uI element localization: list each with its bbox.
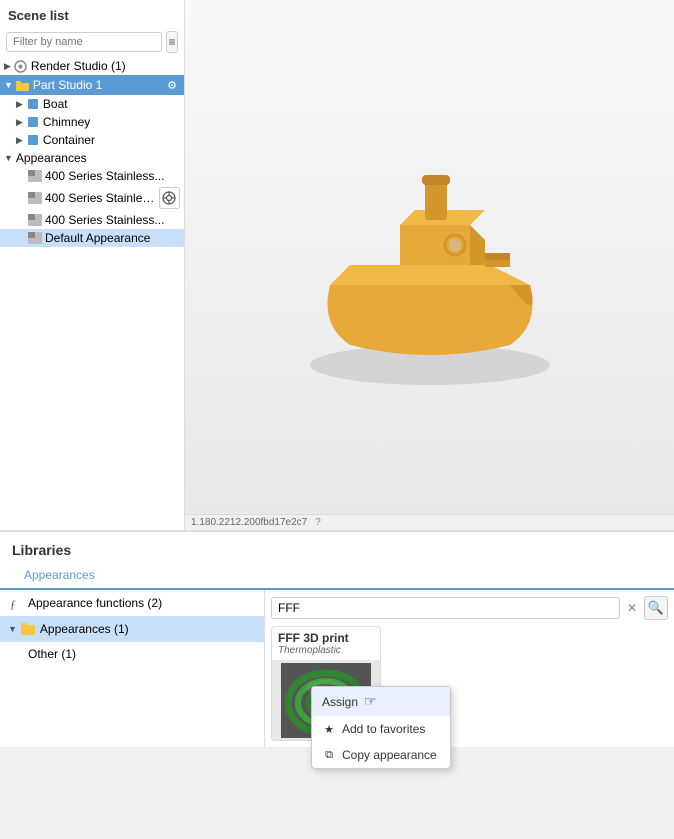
tree-item-label: 400 Series Stainless... <box>45 191 159 205</box>
filter-input[interactable] <box>6 32 162 52</box>
context-menu: Assign ☞ ★ Add to favorites ⧉ Copy appea… <box>311 686 451 769</box>
appearances-folder-icon <box>20 621 36 637</box>
star-icon: ★ <box>322 722 336 736</box>
copy-icon: ⧉ <box>322 748 336 762</box>
lib-item-functions[interactable]: ƒ Appearance functions (2) <box>0 590 264 616</box>
context-menu-assign[interactable]: Assign ☞ <box>312 687 450 716</box>
part-icon <box>26 97 40 111</box>
result-card-subtitle: Thermoplastic <box>272 645 380 660</box>
tree-item-label: Part Studio 1 <box>33 78 102 92</box>
libraries-section: Libraries Appearances ƒ Appearance funct… <box>0 530 674 747</box>
tab-appearances[interactable]: Appearances <box>12 562 107 590</box>
version-text: 1.180.2212.200fbd17e2c7 <box>191 517 307 528</box>
chevron-down-icon: ▼ <box>4 80 13 90</box>
add-favorites-label: Add to favorites <box>342 722 425 736</box>
svg-text:ƒ: ƒ <box>10 597 16 610</box>
tree-item-appearances-header[interactable]: ▼ Appearances <box>0 149 184 167</box>
search-input[interactable] <box>271 597 620 619</box>
appearance-icon <box>28 169 42 183</box>
context-menu-copy[interactable]: ⧉ Copy appearance <box>312 742 450 768</box>
appearance-icon <box>28 213 42 227</box>
result-card-title: FFF 3D print <box>272 627 380 645</box>
lib-right-panel: ✕ 🔍 FFF 3D print Thermoplastic <box>265 590 674 747</box>
chevron-right-icon: ▶ <box>16 117 23 128</box>
boat-3d-model <box>270 115 590 415</box>
lib-item-label: Other (1) <box>28 647 76 661</box>
chevron-down-icon: ▼ <box>8 624 17 634</box>
folder-icon <box>16 78 30 92</box>
tree-item-label: Chimney <box>43 115 90 129</box>
libraries-content: ƒ Appearance functions (2) ▼ Appearances… <box>0 590 674 747</box>
target-button[interactable] <box>159 187 180 209</box>
help-icon[interactable]: ? <box>315 517 321 528</box>
chevron-right-icon: ▶ <box>16 99 23 110</box>
tree-item-label: Boat <box>43 97 68 111</box>
part-icon <box>26 115 40 129</box>
context-menu-add-favorites[interactable]: ★ Add to favorites <box>312 716 450 742</box>
lib-left-panel: ƒ Appearance functions (2) ▼ Appearances… <box>0 590 265 747</box>
result-area: FFF 3D print Thermoplastic <box>271 626 668 741</box>
tree-item-stainless-3[interactable]: 400 Series Stainless... <box>0 211 184 229</box>
lib-item-other[interactable]: Other (1) <box>0 642 264 666</box>
tree-item-stainless-2[interactable]: 400 Series Stainless... <box>0 185 184 211</box>
tab-bar: Appearances <box>0 562 674 590</box>
lib-item-appearances[interactable]: ▼ Appearances (1) <box>0 616 264 642</box>
filter-row: ≡ <box>0 27 184 57</box>
search-clear-button[interactable]: ✕ <box>624 600 640 616</box>
libraries-title: Libraries <box>0 532 674 562</box>
copy-appearance-label: Copy appearance <box>342 748 437 762</box>
tree-item-chimney[interactable]: ▶ Chimney <box>0 113 184 131</box>
appearance-icon <box>28 191 42 205</box>
render-icon <box>14 59 28 73</box>
tree-item-label: 400 Series Stainless... <box>45 169 164 183</box>
chevron-right-icon: ▶ <box>4 61 11 72</box>
search-row: ✕ 🔍 <box>271 596 668 620</box>
list-view-button[interactable]: ≡ <box>166 31 178 53</box>
search-button[interactable]: 🔍 <box>644 596 668 620</box>
scene-panel: Scene list ≡ ▶ Render Studio (1) ▼ <box>0 0 185 530</box>
viewport: 1.180.2212.200fbd17e2c7 ? <box>185 0 674 530</box>
tree-item-label: Appearances <box>16 151 87 165</box>
scene-panel-title: Scene list <box>0 0 184 27</box>
tree-item-stainless-1[interactable]: 400 Series Stainless... <box>0 167 184 185</box>
tree-item-label: Render Studio (1) <box>31 59 126 73</box>
tree-item-boat[interactable]: ▶ Boat <box>0 95 184 113</box>
chevron-right-icon: ▶ <box>16 135 23 146</box>
tree-item-default-appearance[interactable]: Default Appearance <box>0 229 184 247</box>
function-icon: ƒ <box>8 595 24 611</box>
assign-label: Assign <box>322 695 358 709</box>
tree-item-part-studio[interactable]: ▼ Part Studio 1 ⚙ <box>0 75 184 95</box>
chevron-down-icon: ▼ <box>4 153 13 163</box>
part-icon <box>26 133 40 147</box>
cursor-icon: ☞ <box>364 693 377 710</box>
appearance-icon <box>28 231 42 245</box>
version-bar: 1.180.2212.200fbd17e2c7 ? <box>185 514 674 530</box>
lib-item-label: Appearances (1) <box>40 622 129 636</box>
tree-item-container[interactable]: ▶ Container <box>0 131 184 149</box>
tree-item-label: 400 Series Stainless... <box>45 213 164 227</box>
tree-item-render-studio[interactable]: ▶ Render Studio (1) <box>0 57 184 75</box>
tree-item-label: Container <box>43 133 95 147</box>
tree-item-label: Default Appearance <box>45 231 150 245</box>
settings-icon[interactable]: ⚙ <box>164 77 180 93</box>
lib-item-label: Appearance functions (2) <box>28 596 162 610</box>
